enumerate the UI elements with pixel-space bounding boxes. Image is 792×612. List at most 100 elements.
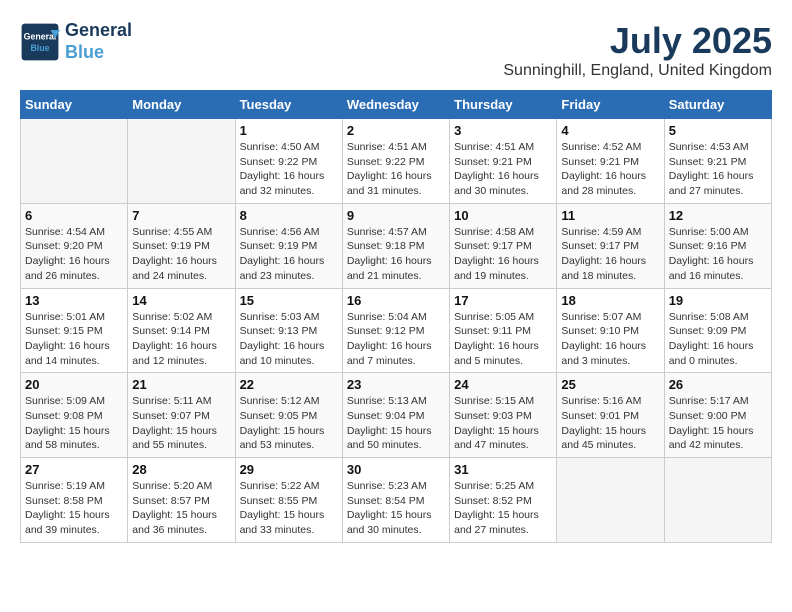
day-number: 14 [132,293,230,308]
day-number: 16 [347,293,445,308]
calendar-cell: 10 Sunrise: 4:58 AM Sunset: 9:17 PM Dayli… [450,203,557,288]
weekday-header: Monday [128,91,235,119]
day-number: 13 [25,293,123,308]
calendar-cell: 2 Sunrise: 4:51 AM Sunset: 9:22 PM Daylig… [342,119,449,204]
day-info: Sunrise: 5:00 AM Sunset: 9:16 PM Dayligh… [669,225,767,284]
calendar-cell: 4Sunrise: 4:52 AM Sunset: 9:21 PM Daylig… [557,119,664,204]
day-number: 2 [347,123,445,138]
day-info: Sunrise: 5:01 AM Sunset: 9:15 PM Dayligh… [25,310,123,369]
day-info: Sunrise: 4:59 AM Sunset: 9:17 PM Dayligh… [561,225,659,284]
calendar-cell [21,119,128,204]
calendar-cell: 6Sunrise: 4:54 AM Sunset: 9:20 PM Daylig… [21,203,128,288]
calendar-cell: 24 Sunrise: 5:15 AM Sunset: 9:03 PM Dayli… [450,373,557,458]
calendar-cell: 17Sunrise: 5:05 AM Sunset: 9:11 PM Dayli… [450,288,557,373]
calendar-cell: 5Sunrise: 4:53 AM Sunset: 9:21 PM Daylig… [664,119,771,204]
svg-text:Blue: Blue [30,42,49,52]
calendar-week-row: 27Sunrise: 5:19 AM Sunset: 8:58 PM Dayli… [21,458,772,543]
day-info: Sunrise: 5:02 AM Sunset: 9:14 PM Dayligh… [132,310,230,369]
day-number: 15 [240,293,338,308]
day-info: Sunrise: 5:16 AM Sunset: 9:01 PM Dayligh… [561,394,659,453]
day-number: 21 [132,377,230,392]
day-info: Sunrise: 5:05 AM Sunset: 9:11 PM Dayligh… [454,310,552,369]
day-info: Sunrise: 5:11 AM Sunset: 9:07 PM Dayligh… [132,394,230,453]
day-number: 12 [669,208,767,223]
day-number: 24 [454,377,552,392]
calendar-cell: 28Sunrise: 5:20 AM Sunset: 8:57 PM Dayli… [128,458,235,543]
title-block: July 2025 Sunninghill, England, United K… [503,20,772,80]
weekday-header: Sunday [21,91,128,119]
calendar-cell: 27Sunrise: 5:19 AM Sunset: 8:58 PM Dayli… [21,458,128,543]
day-number: 26 [669,377,767,392]
day-number: 6 [25,208,123,223]
day-info: Sunrise: 5:23 AM Sunset: 8:54 PM Dayligh… [347,479,445,538]
calendar-cell: 31 Sunrise: 5:25 AM Sunset: 8:52 PM Dayli… [450,458,557,543]
calendar-week-row: 1 Sunrise: 4:50 AM Sunset: 9:22 PM Daylig… [21,119,772,204]
day-number: 8 [240,208,338,223]
calendar-cell: 14 Sunrise: 5:02 AM Sunset: 9:14 PM Dayli… [128,288,235,373]
calendar-cell: 11Sunrise: 4:59 AM Sunset: 9:17 PM Dayli… [557,203,664,288]
calendar-cell: 19Sunrise: 5:08 AM Sunset: 9:09 PM Dayli… [664,288,771,373]
day-number: 20 [25,377,123,392]
calendar-cell: 1 Sunrise: 4:50 AM Sunset: 9:22 PM Daylig… [235,119,342,204]
calendar-cell: 3Sunrise: 4:51 AM Sunset: 9:21 PM Daylig… [450,119,557,204]
day-info: Sunrise: 5:25 AM Sunset: 8:52 PM Dayligh… [454,479,552,538]
page-header: General Blue General Blue July 2025 Sunn… [20,20,772,80]
day-number: 1 [240,123,338,138]
day-info: Sunrise: 5:17 AM Sunset: 9:00 PM Dayligh… [669,394,767,453]
day-number: 30 [347,462,445,477]
day-number: 4 [561,123,659,138]
weekday-header: Thursday [450,91,557,119]
day-number: 5 [669,123,767,138]
logo-icon: General Blue [20,22,60,62]
day-number: 10 [454,208,552,223]
day-info: Sunrise: 4:50 AM Sunset: 9:22 PM Dayligh… [240,140,338,199]
day-info: Sunrise: 5:04 AM Sunset: 9:12 PM Dayligh… [347,310,445,369]
day-number: 29 [240,462,338,477]
calendar-week-row: 6Sunrise: 4:54 AM Sunset: 9:20 PM Daylig… [21,203,772,288]
calendar-cell: 12 Sunrise: 5:00 AM Sunset: 9:16 PM Dayli… [664,203,771,288]
day-number: 23 [347,377,445,392]
day-number: 18 [561,293,659,308]
calendar-cell: 21 Sunrise: 5:11 AM Sunset: 9:07 PM Dayli… [128,373,235,458]
logo-line1: General [65,20,132,42]
calendar-cell: 16 Sunrise: 5:04 AM Sunset: 9:12 PM Dayli… [342,288,449,373]
day-number: 9 [347,208,445,223]
day-info: Sunrise: 4:55 AM Sunset: 9:19 PM Dayligh… [132,225,230,284]
day-info: Sunrise: 5:07 AM Sunset: 9:10 PM Dayligh… [561,310,659,369]
calendar-cell: 30 Sunrise: 5:23 AM Sunset: 8:54 PM Dayli… [342,458,449,543]
day-info: Sunrise: 4:57 AM Sunset: 9:18 PM Dayligh… [347,225,445,284]
day-number: 31 [454,462,552,477]
day-info: Sunrise: 4:56 AM Sunset: 9:19 PM Dayligh… [240,225,338,284]
day-info: Sunrise: 4:58 AM Sunset: 9:17 PM Dayligh… [454,225,552,284]
calendar-cell: 8 Sunrise: 4:56 AM Sunset: 9:19 PM Daylig… [235,203,342,288]
svg-text:General: General [24,31,57,41]
day-info: Sunrise: 5:19 AM Sunset: 8:58 PM Dayligh… [25,479,123,538]
calendar-cell: 9 Sunrise: 4:57 AM Sunset: 9:18 PM Daylig… [342,203,449,288]
day-number: 25 [561,377,659,392]
weekday-header-row: SundayMondayTuesdayWednesdayThursdayFrid… [21,91,772,119]
calendar-cell: 22Sunrise: 5:12 AM Sunset: 9:05 PM Dayli… [235,373,342,458]
month-title: July 2025 [503,20,772,62]
logo-text: General Blue [65,20,132,63]
day-info: Sunrise: 4:51 AM Sunset: 9:21 PM Dayligh… [454,140,552,199]
calendar-cell [557,458,664,543]
day-info: Sunrise: 5:13 AM Sunset: 9:04 PM Dayligh… [347,394,445,453]
calendar-cell: 25 Sunrise: 5:16 AM Sunset: 9:01 PM Dayli… [557,373,664,458]
calendar-cell [664,458,771,543]
day-info: Sunrise: 5:03 AM Sunset: 9:13 PM Dayligh… [240,310,338,369]
calendar-cell: 23 Sunrise: 5:13 AM Sunset: 9:04 PM Dayli… [342,373,449,458]
calendar-cell: 18 Sunrise: 5:07 AM Sunset: 9:10 PM Dayli… [557,288,664,373]
calendar-cell: 13 Sunrise: 5:01 AM Sunset: 9:15 PM Dayli… [21,288,128,373]
calendar-cell: 29Sunrise: 5:22 AM Sunset: 8:55 PM Dayli… [235,458,342,543]
day-info: Sunrise: 5:12 AM Sunset: 9:05 PM Dayligh… [240,394,338,453]
calendar-cell: 15 Sunrise: 5:03 AM Sunset: 9:13 PM Dayli… [235,288,342,373]
location: Sunninghill, England, United Kingdom [503,62,772,80]
weekday-header: Saturday [664,91,771,119]
calendar: SundayMondayTuesdayWednesdayThursdayFrid… [20,90,772,543]
day-info: Sunrise: 4:51 AM Sunset: 9:22 PM Dayligh… [347,140,445,199]
logo: General Blue General Blue [20,20,132,63]
day-info: Sunrise: 5:08 AM Sunset: 9:09 PM Dayligh… [669,310,767,369]
day-info: Sunrise: 5:15 AM Sunset: 9:03 PM Dayligh… [454,394,552,453]
weekday-header: Tuesday [235,91,342,119]
calendar-cell [128,119,235,204]
